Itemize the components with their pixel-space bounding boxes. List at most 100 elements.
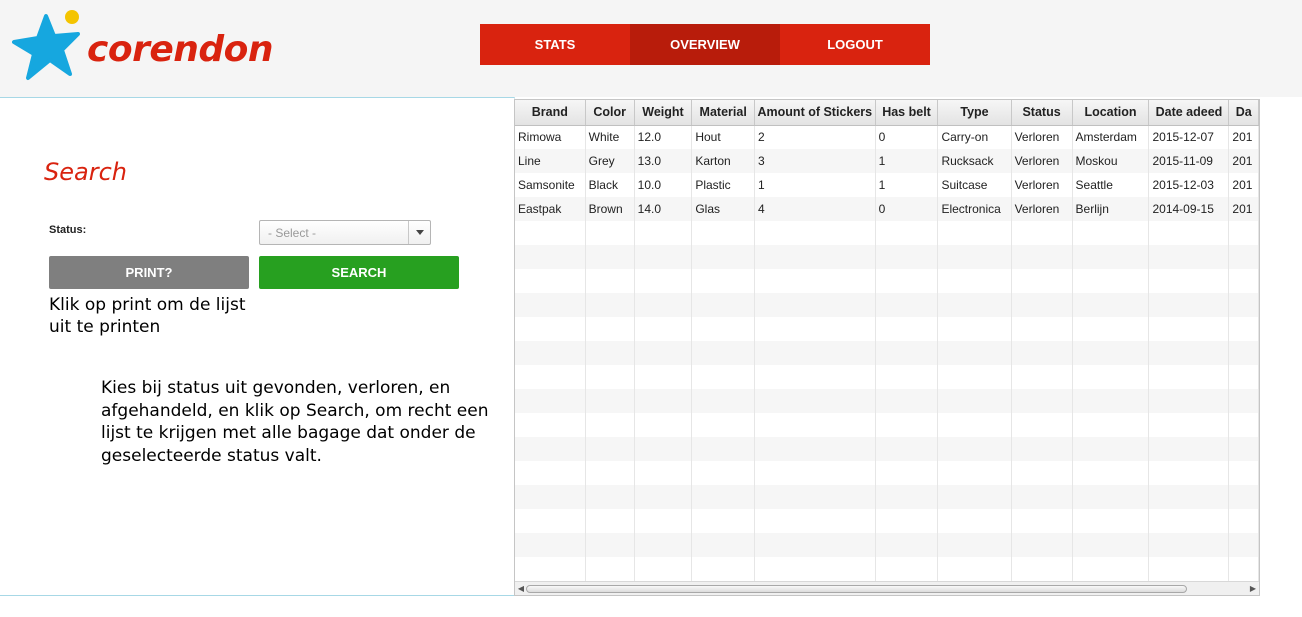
table-cell: 3 bbox=[754, 149, 876, 173]
table-cell bbox=[515, 221, 586, 245]
table-cell bbox=[1228, 437, 1259, 461]
table-cell bbox=[634, 461, 693, 485]
table-cell bbox=[691, 437, 756, 461]
scroll-left-icon[interactable]: ◀ bbox=[516, 582, 526, 595]
column-header[interactable]: Color bbox=[585, 100, 635, 126]
horizontal-scrollbar[interactable]: ◀ ▶ bbox=[515, 581, 1259, 595]
table-cell bbox=[1072, 317, 1150, 341]
column-header[interactable]: Status bbox=[1011, 100, 1073, 126]
table-cell: White bbox=[585, 125, 635, 149]
table-cell bbox=[691, 317, 756, 341]
table-cell bbox=[754, 389, 876, 413]
nav-stats[interactable]: STATS bbox=[480, 24, 630, 65]
table-cell: Eastpak bbox=[515, 197, 586, 221]
table-cell: Carry-on bbox=[937, 125, 1012, 149]
empty-table-row[interactable] bbox=[515, 365, 1259, 389]
column-header[interactable]: Da bbox=[1228, 100, 1259, 126]
column-header[interactable]: Weight bbox=[634, 100, 693, 126]
table-cell: 13.0 bbox=[634, 149, 693, 173]
empty-table-row[interactable] bbox=[515, 389, 1259, 413]
table-cell: 2015-12-03 bbox=[1148, 173, 1230, 197]
column-header[interactable]: Date adeed bbox=[1148, 100, 1230, 126]
nav-overview[interactable]: OVERVIEW bbox=[630, 24, 780, 65]
table-cell bbox=[754, 293, 876, 317]
empty-table-row[interactable] bbox=[515, 245, 1259, 269]
table-cell bbox=[515, 269, 586, 293]
table-cell bbox=[937, 389, 1012, 413]
nav-logout[interactable]: LOGOUT bbox=[780, 24, 930, 65]
table-cell bbox=[937, 509, 1012, 533]
table-cell bbox=[1011, 557, 1073, 581]
table-cell: 2014-09-15 bbox=[1148, 197, 1230, 221]
table-row[interactable]: Eastpak Brown 14.0 Glas 4 0 Electronica Verlore… bbox=[515, 197, 1259, 221]
table-cell bbox=[691, 245, 756, 269]
search-button[interactable]: SEARCH bbox=[259, 256, 459, 289]
empty-table-row[interactable] bbox=[515, 341, 1259, 365]
scroll-right-icon[interactable]: ▶ bbox=[1248, 582, 1258, 595]
table-cell bbox=[875, 461, 939, 485]
table-cell: 2 bbox=[754, 125, 876, 149]
empty-table-row[interactable] bbox=[515, 485, 1259, 509]
table-cell bbox=[691, 293, 756, 317]
table-cell bbox=[875, 269, 939, 293]
table-cell bbox=[1228, 533, 1259, 557]
table-cell: Hout bbox=[691, 125, 756, 149]
table-cell: 1 bbox=[754, 173, 876, 197]
table-cell bbox=[1228, 317, 1259, 341]
table-cell bbox=[754, 269, 876, 293]
table-cell bbox=[875, 389, 939, 413]
empty-table-row[interactable] bbox=[515, 461, 1259, 485]
table-cell bbox=[937, 437, 1012, 461]
chevron-down-icon[interactable] bbox=[408, 221, 430, 244]
empty-table-row[interactable] bbox=[515, 533, 1259, 557]
table-cell bbox=[1148, 437, 1230, 461]
print-button[interactable]: PRINT? bbox=[49, 256, 249, 289]
empty-table-row[interactable] bbox=[515, 413, 1259, 437]
table-row[interactable]: Rimowa White 12.0 Hout 2 0 Carry-on Verloren Ams… bbox=[515, 125, 1259, 149]
table-cell: 2015-11-09 bbox=[1148, 149, 1230, 173]
empty-table-row[interactable] bbox=[515, 557, 1259, 581]
status-select-value: - Select - bbox=[268, 226, 317, 240]
column-header[interactable]: Brand bbox=[515, 100, 586, 126]
table-cell bbox=[1011, 245, 1073, 269]
column-header[interactable]: Amount of Stickers bbox=[754, 100, 876, 126]
table-cell bbox=[634, 245, 693, 269]
column-header[interactable]: Has belt bbox=[875, 100, 939, 126]
app-header: corendon STATS OVERVIEW LOGOUT bbox=[0, 0, 1302, 97]
table-cell bbox=[754, 461, 876, 485]
column-header[interactable]: Type bbox=[937, 100, 1012, 126]
table-cell bbox=[691, 509, 756, 533]
table-cell bbox=[937, 245, 1012, 269]
table-cell bbox=[937, 485, 1012, 509]
table-cell bbox=[1072, 557, 1150, 581]
star-logo-icon bbox=[12, 10, 80, 80]
empty-table-row[interactable] bbox=[515, 437, 1259, 461]
column-header[interactable]: Location bbox=[1072, 100, 1150, 126]
table-cell bbox=[875, 485, 939, 509]
table-cell bbox=[585, 245, 635, 269]
corendon-logo[interactable]: corendon bbox=[12, 8, 274, 82]
table-cell bbox=[515, 317, 586, 341]
table-cell bbox=[754, 365, 876, 389]
empty-table-row[interactable] bbox=[515, 269, 1259, 293]
status-select[interactable]: - Select - bbox=[259, 220, 431, 245]
table-cell bbox=[1148, 509, 1230, 533]
table-row[interactable]: Samsonite Black 10.0 Plastic 1 1 Suitcase Verlo… bbox=[515, 173, 1259, 197]
table-cell bbox=[937, 293, 1012, 317]
table-cell bbox=[1072, 461, 1150, 485]
table-cell bbox=[515, 533, 586, 557]
empty-table-row[interactable] bbox=[515, 317, 1259, 341]
table-cell bbox=[754, 509, 876, 533]
empty-table-row[interactable] bbox=[515, 293, 1259, 317]
column-header[interactable]: Material bbox=[691, 100, 756, 126]
table-cell bbox=[585, 461, 635, 485]
table-cell bbox=[515, 365, 586, 389]
scrollbar-thumb[interactable] bbox=[526, 585, 1187, 593]
table-cell bbox=[1148, 293, 1230, 317]
table-cell bbox=[1011, 533, 1073, 557]
table-row[interactable]: Line Grey 13.0 Karton 3 1 Rucksack Verloren Mosk… bbox=[515, 149, 1259, 173]
empty-table-row[interactable] bbox=[515, 221, 1259, 245]
table-cell bbox=[634, 341, 693, 365]
empty-table-row[interactable] bbox=[515, 509, 1259, 533]
table-cell bbox=[754, 341, 876, 365]
